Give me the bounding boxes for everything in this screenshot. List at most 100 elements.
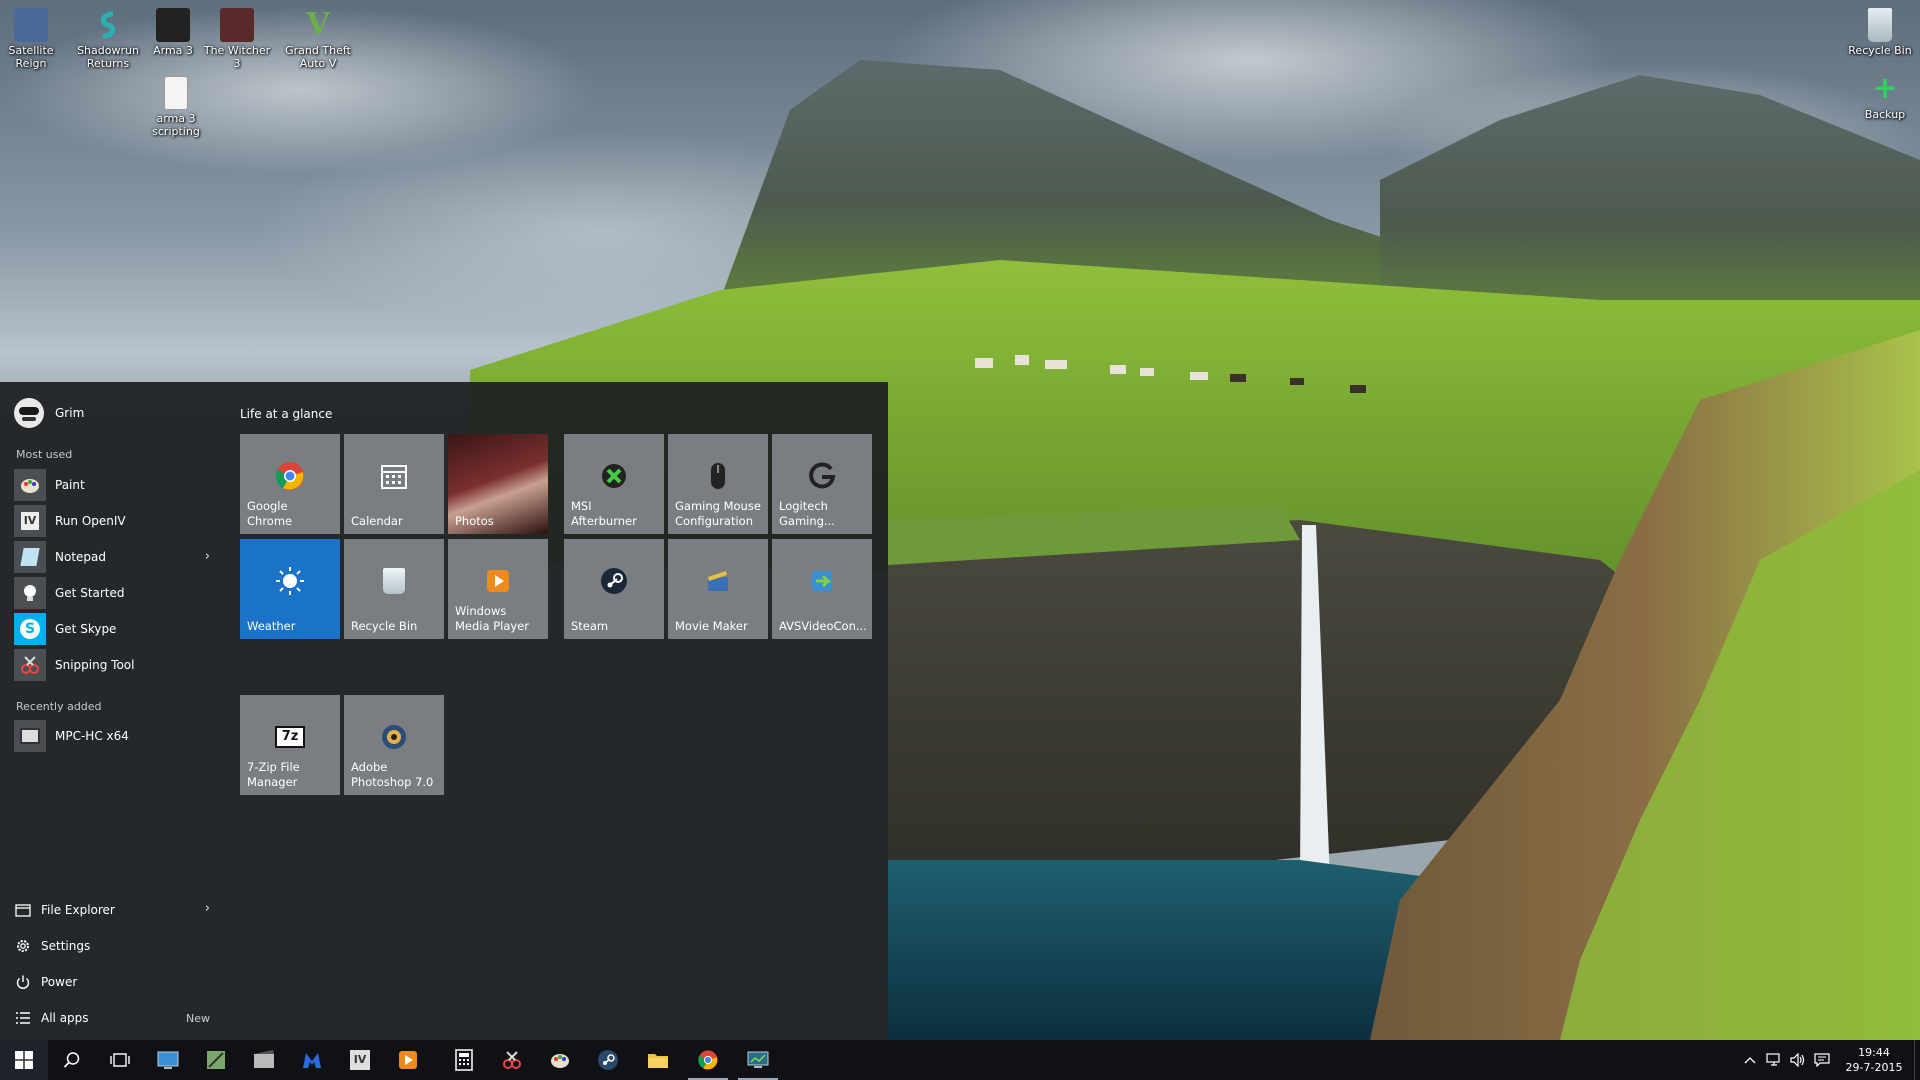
system-tray: 19:44 29-7-2015 bbox=[1738, 1040, 1920, 1080]
show-hidden-icons-button[interactable] bbox=[1738, 1040, 1762, 1080]
tile-label: Gaming Mouse Configuration bbox=[675, 499, 761, 528]
task-view-button[interactable] bbox=[96, 1040, 144, 1080]
tile-label: MSI Afterburner bbox=[571, 499, 637, 528]
file-explorer-label: File Explorer bbox=[41, 903, 115, 917]
app-snipping-tool[interactable]: Snipping Tool bbox=[14, 649, 210, 681]
taskbar-calculator[interactable] bbox=[440, 1040, 488, 1080]
app-run-openiv[interactable]: IV Run OpenIV bbox=[14, 505, 210, 537]
most-used-heading: Most used bbox=[16, 448, 73, 461]
chrome-icon bbox=[272, 458, 308, 494]
tile-label: Logitech Gaming... bbox=[779, 499, 835, 528]
tile-label: Google Chrome bbox=[247, 499, 293, 528]
network-button[interactable] bbox=[1762, 1040, 1786, 1080]
taskbar-remote-desktop[interactable] bbox=[144, 1040, 192, 1080]
taskbar-chrome[interactable] bbox=[684, 1040, 732, 1080]
tile-steam[interactable]: Steam bbox=[564, 539, 664, 639]
paint-icon bbox=[14, 469, 46, 501]
clock[interactable]: 19:44 29-7-2015 bbox=[1834, 1045, 1914, 1075]
taskbar-paint[interactable] bbox=[536, 1040, 584, 1080]
desktop-icon-label: arma 3 scripting bbox=[152, 112, 200, 138]
app-paint[interactable]: Paint bbox=[14, 469, 210, 501]
scissors-icon bbox=[14, 649, 46, 681]
shadowrun-icon bbox=[91, 8, 125, 42]
taskbar-file-explorer[interactable] bbox=[634, 1040, 682, 1080]
tile-gaming-mouse-configuration[interactable]: Gaming Mouse Configuration bbox=[668, 434, 768, 534]
tile-label: Movie Maker bbox=[675, 619, 748, 633]
taskbar-openiv[interactable]: IV bbox=[336, 1040, 384, 1080]
tile-7zip-file-manager[interactable]: 7z 7-Zip File Manager bbox=[240, 695, 340, 795]
logitech-icon bbox=[804, 458, 840, 494]
tile-logitech-gaming[interactable]: Logitech Gaming... bbox=[772, 434, 872, 534]
paint-icon bbox=[551, 1054, 569, 1068]
all-apps-button[interactable]: All apps New bbox=[14, 1003, 210, 1033]
tile-movie-maker[interactable]: Movie Maker bbox=[668, 539, 768, 639]
app-label: Get Started bbox=[55, 586, 125, 600]
photos-icon bbox=[480, 458, 516, 494]
photoshop-icon bbox=[376, 719, 412, 755]
steam-icon bbox=[596, 563, 632, 599]
tile-weather[interactable]: Weather bbox=[240, 539, 340, 639]
notification-icon bbox=[1814, 1053, 1830, 1067]
arma3-icon bbox=[156, 8, 190, 42]
media-player-icon bbox=[399, 1051, 417, 1069]
chevron-right-icon[interactable]: › bbox=[205, 549, 210, 564]
recently-added-heading: Recently added bbox=[16, 700, 102, 713]
tile-label: Steam bbox=[571, 619, 609, 633]
desktop-icon-satellite-reign[interactable]: Satellite Reign bbox=[0, 8, 69, 70]
tile-adobe-photoshop[interactable]: Adobe Photoshop 7.0 bbox=[344, 695, 444, 795]
tile-label: Adobe Photoshop 7.0 bbox=[351, 760, 434, 789]
desktop-icon-backup[interactable]: + Backup bbox=[1847, 72, 1920, 122]
network-icon bbox=[1766, 1053, 1780, 1066]
app-mpc-hc[interactable]: MPC-HC x64 bbox=[14, 720, 210, 752]
app-notepad[interactable]: Notepad › bbox=[14, 541, 210, 573]
monitor-icon bbox=[747, 1051, 769, 1068]
gta-icon: V bbox=[306, 7, 330, 42]
taskbar-snipping-tool[interactable] bbox=[488, 1040, 536, 1080]
taskbar-steam[interactable] bbox=[584, 1040, 632, 1080]
tile-windows-media-player[interactable]: Windows Media Player bbox=[448, 539, 548, 639]
movie-maker-icon bbox=[700, 563, 736, 599]
show-desktop-button[interactable] bbox=[1914, 1040, 1920, 1080]
tile-recycle-bin[interactable]: Recycle Bin bbox=[344, 539, 444, 639]
tile-msi-afterburner[interactable]: MSI Afterburner bbox=[564, 434, 664, 534]
seven-zip-icon: 7z bbox=[272, 719, 308, 755]
desktop-icon-arma3-scripting[interactable]: arma 3 scripting bbox=[138, 76, 214, 138]
volume-button[interactable] bbox=[1786, 1040, 1810, 1080]
gear-icon bbox=[14, 937, 32, 955]
power-label: Power bbox=[41, 975, 78, 989]
taskbar-map-tool[interactable] bbox=[192, 1040, 240, 1080]
taskbar-media-player[interactable] bbox=[384, 1040, 432, 1080]
app-label: Get Skype bbox=[55, 622, 117, 636]
recycle-bin-icon bbox=[1868, 8, 1892, 42]
tile-calendar[interactable]: Calendar bbox=[344, 434, 444, 534]
chevron-right-icon[interactable]: › bbox=[205, 901, 210, 916]
clock-time: 19:44 bbox=[1858, 1046, 1890, 1059]
settings-button[interactable]: Settings bbox=[14, 931, 210, 961]
tile-avs-video-converter[interactable]: AVSVideoCon... bbox=[772, 539, 872, 639]
power-button[interactable]: Power bbox=[14, 967, 210, 997]
taskbar-monitor-app[interactable] bbox=[734, 1040, 782, 1080]
msi-afterburner-icon bbox=[596, 458, 632, 494]
desktop-icon-witcher3[interactable]: The Witcher 3 bbox=[199, 8, 275, 70]
map-tool-icon bbox=[207, 1051, 225, 1069]
user-account-button[interactable]: Grim bbox=[14, 398, 84, 428]
app-get-skype[interactable]: S Get Skype bbox=[14, 613, 210, 645]
windows-logo-icon bbox=[15, 1051, 33, 1069]
recycle-bin-icon bbox=[376, 563, 412, 599]
taskbar-film-editor[interactable] bbox=[240, 1040, 288, 1080]
search-button[interactable] bbox=[48, 1040, 96, 1080]
desktop-icon-gta5[interactable]: V Grand Theft Auto V bbox=[280, 7, 356, 71]
file-explorer-button[interactable]: File Explorer › bbox=[14, 895, 210, 925]
power-icon bbox=[14, 973, 32, 991]
user-name: Grim bbox=[55, 406, 85, 420]
start-menu: Grim Most used Paint IV Run OpenIV Notep… bbox=[0, 382, 888, 1040]
desktop-icon-recycle-bin[interactable]: Recycle Bin bbox=[1842, 8, 1918, 57]
tile-google-chrome[interactable]: Google Chrome bbox=[240, 434, 340, 534]
action-center-button[interactable] bbox=[1810, 1040, 1834, 1080]
start-button[interactable] bbox=[0, 1040, 48, 1080]
taskbar-malwarebytes[interactable] bbox=[288, 1040, 336, 1080]
tile-photos[interactable]: Photos bbox=[448, 434, 548, 534]
mouse-icon bbox=[700, 458, 736, 494]
search-icon bbox=[63, 1052, 80, 1068]
app-get-started[interactable]: Get Started bbox=[14, 577, 210, 609]
